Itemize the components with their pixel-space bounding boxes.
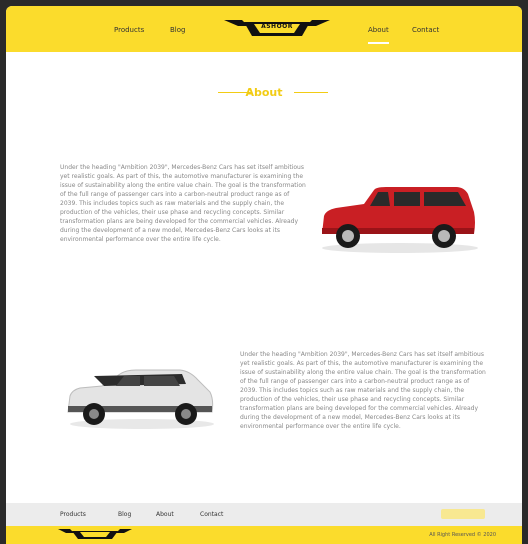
top-navbar: Products Blog ASHOOR About Contact bbox=[6, 6, 522, 52]
logo-text: ASHOOR bbox=[261, 23, 293, 30]
about-paragraph-2: Under the heading "Ambition 2039", Merce… bbox=[240, 351, 486, 430]
about-paragraph-1: Under the heading "Ambition 2039", Merce… bbox=[60, 164, 306, 243]
white-suv-image bbox=[67, 369, 214, 429]
footer-link-contact[interactable]: Contact bbox=[200, 511, 223, 518]
nav-link-contact[interactable]: Contact bbox=[412, 26, 439, 34]
nav-link-blog[interactable]: Blog bbox=[170, 26, 185, 34]
brand-logo[interactable]: ASHOOR bbox=[224, 16, 330, 40]
nav-link-products[interactable]: Products bbox=[114, 26, 144, 34]
footer-nav: Products Blog About Contact bbox=[6, 503, 522, 526]
footer-link-blog[interactable]: Blog bbox=[118, 511, 131, 518]
title-line-right bbox=[294, 92, 328, 93]
page-frame: Products Blog ASHOOR About Contact About… bbox=[6, 6, 522, 544]
footer-bar: All Right Reserved © 2020 bbox=[6, 526, 522, 544]
footer-link-about[interactable]: About bbox=[156, 511, 174, 518]
section-title: About bbox=[245, 86, 283, 99]
nav-link-about[interactable]: About bbox=[368, 26, 389, 44]
copyright-text: All Right Reserved © 2020 bbox=[429, 532, 496, 538]
red-suv-image bbox=[322, 187, 478, 253]
footer-link-products[interactable]: Products bbox=[60, 511, 86, 518]
footer-badge bbox=[441, 509, 485, 519]
footer-logo-icon[interactable] bbox=[58, 527, 132, 541]
